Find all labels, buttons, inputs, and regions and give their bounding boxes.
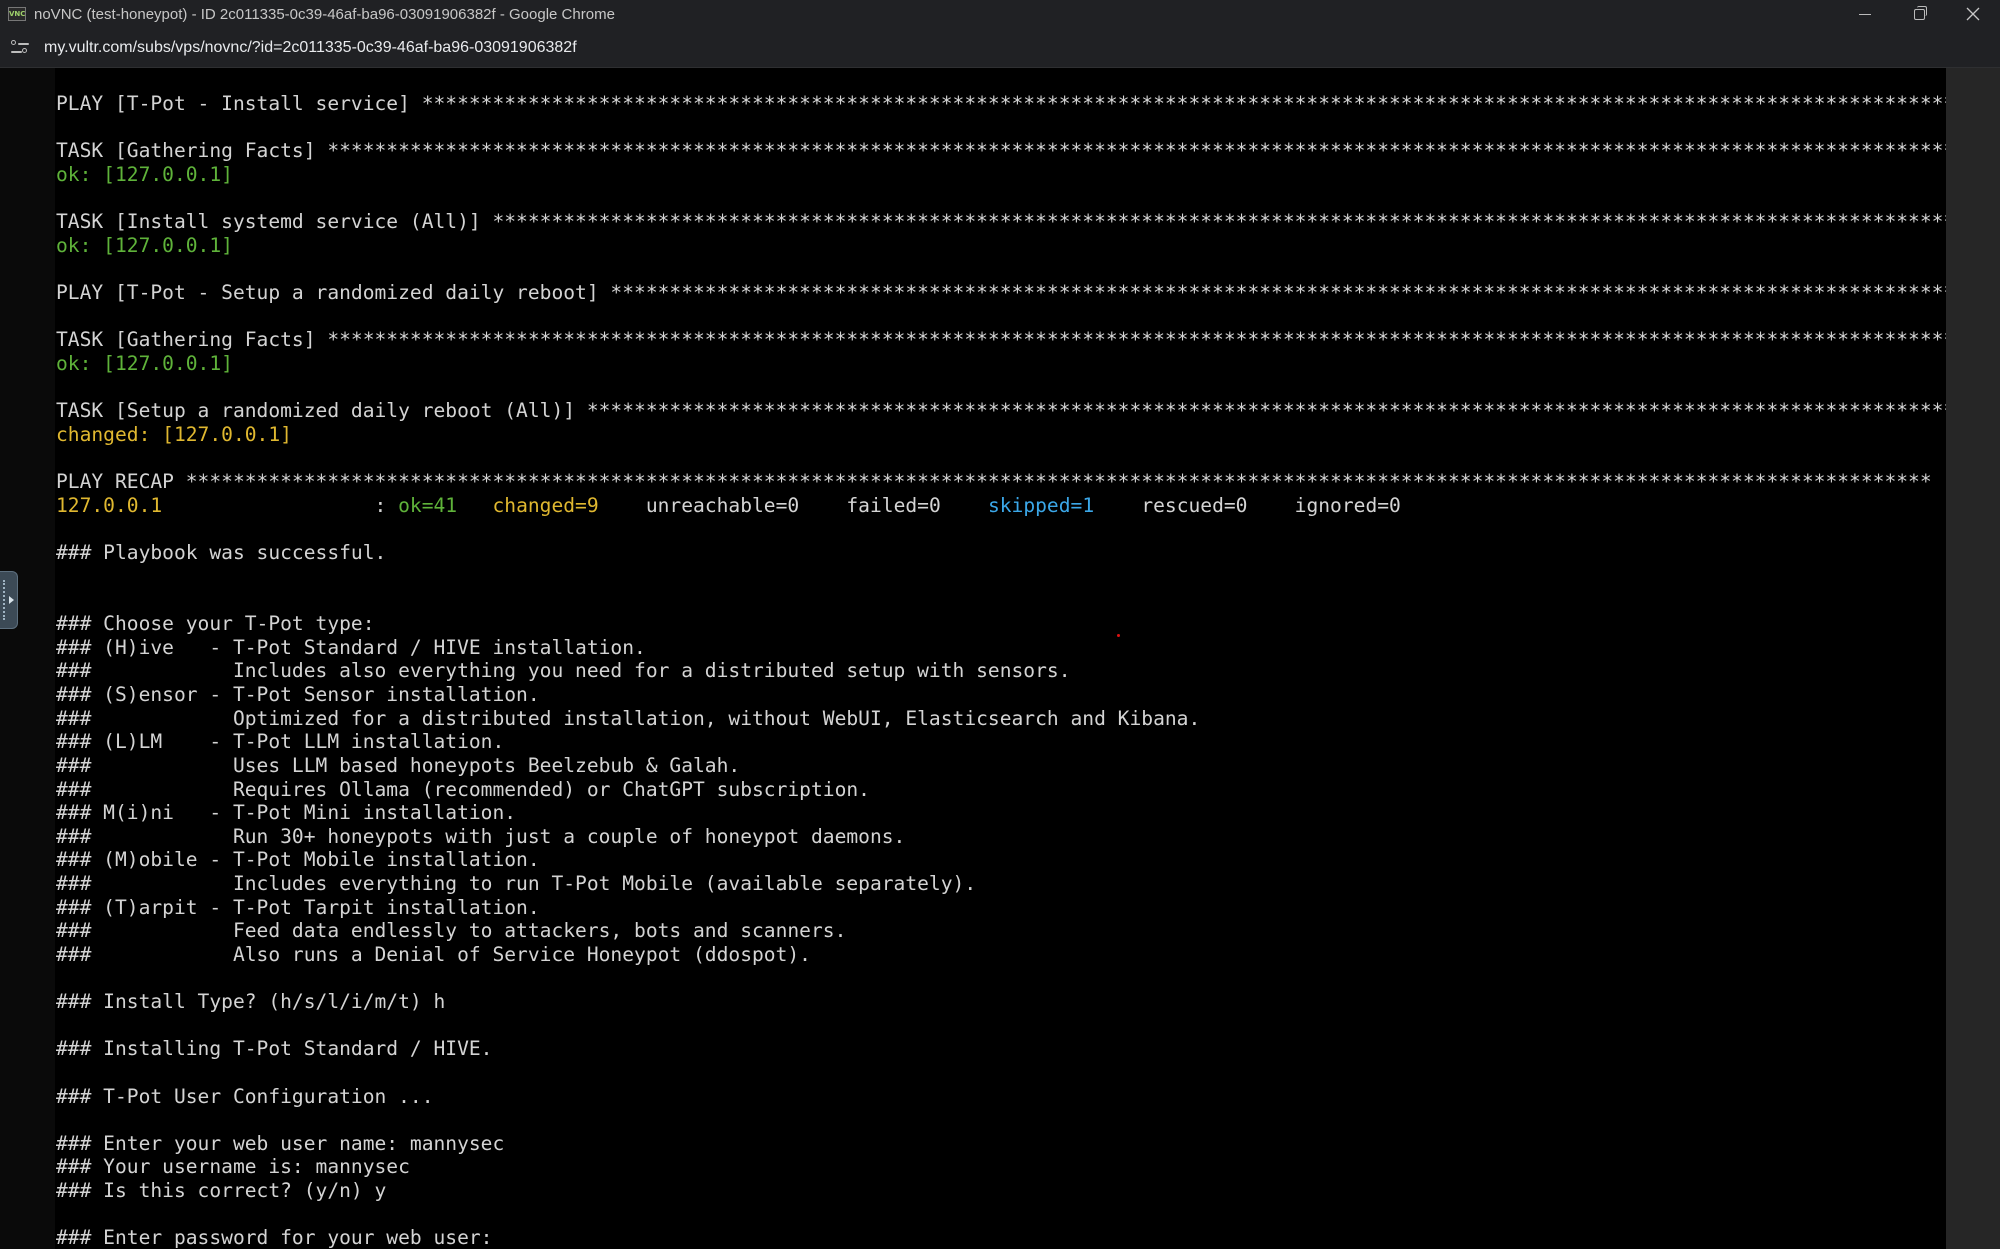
- terminal-line: PLAY [T-Pot - Install service] *********…: [56, 92, 1946, 115]
- restore-button[interactable]: [1892, 0, 1946, 28]
- restore-icon: [1913, 5, 1927, 20]
- terminal-line: ### Installing T-Pot Standard / HIVE.: [56, 1037, 493, 1060]
- terminal-line: ### Install Type? (h/s/l/i/m/t) h: [56, 990, 446, 1013]
- novnc-control-bar-handle[interactable]: [0, 571, 18, 629]
- terminal-line: ### Includes everything to run T-Pot Mob…: [56, 872, 977, 895]
- grip-icon: [3, 580, 6, 620]
- minimize-button[interactable]: [1838, 0, 1892, 28]
- recap-gap: [599, 494, 646, 517]
- minimize-icon: [1859, 13, 1871, 15]
- recap-sep: :: [162, 494, 399, 517]
- vnc-terminal-screen[interactable]: PLAY [T-Pot - Install service] *********…: [56, 68, 1946, 1249]
- recap-ok: ok=41: [398, 494, 458, 517]
- terminal-line: ### M(i)ni - T-Pot Mini installation.: [56, 801, 517, 824]
- terminal-line: TASK [Setup a randomized daily reboot (A…: [56, 399, 1946, 422]
- recap-ignored: ignored=0: [1294, 494, 1401, 517]
- recap-gap: [941, 494, 988, 517]
- terminal-line: ### (L)LM - T-Pot LLM installation.: [56, 730, 505, 753]
- terminal-line-ok: ok: [127.0.0.1]: [56, 163, 233, 186]
- terminal-line: TASK [Install systemd service (All)] ***…: [56, 210, 1946, 233]
- recap-unreachable: unreachable=0: [645, 494, 800, 517]
- recap-gap: [457, 494, 492, 517]
- recap-gap: [799, 494, 846, 517]
- terminal-line: ### Choose your T-Pot type:: [56, 612, 375, 635]
- terminal-line: ### Run 30+ honeypots with just a couple…: [56, 825, 906, 848]
- terminal-line-ok: ok: [127.0.0.1]: [56, 234, 233, 257]
- terminal-line: ### Playbook was successful.: [56, 541, 387, 564]
- terminal-line-changed: changed: [127.0.0.1]: [56, 423, 292, 446]
- terminal-line: ### (H)ive - T-Pot Standard / HIVE insta…: [56, 636, 646, 659]
- terminal-line-ok: ok: [127.0.0.1]: [56, 352, 233, 375]
- recap-changed: changed=9: [492, 494, 599, 517]
- terminal-line: ### (S)ensor - T-Pot Sensor installation…: [56, 683, 540, 706]
- address-bar: my.vultr.com/subs/vps/novnc/?id=2c011335…: [0, 28, 2000, 68]
- stray-pixel: [1117, 634, 1120, 637]
- recap-gap: [1094, 494, 1141, 517]
- recap-host: 127.0.0.1: [56, 494, 163, 517]
- window-titlebar: VNC noVNC (test-honeypot) - ID 2c011335-…: [0, 0, 2000, 28]
- recap-skipped: skipped=1: [987, 494, 1095, 517]
- close-icon: [1966, 7, 1980, 21]
- novnc-app-icon: VNC: [8, 7, 26, 21]
- terminal-line: TASK [Gathering Facts] *****************…: [56, 328, 1946, 351]
- expand-arrow-icon: [9, 596, 14, 604]
- terminal-line: ### Enter password for your web user:: [56, 1226, 493, 1249]
- terminal-line: ### T-Pot User Configuration ...: [56, 1085, 434, 1108]
- terminal-line: ### Includes also everything you need fo…: [56, 659, 1071, 682]
- recap-failed: failed=0: [846, 494, 941, 517]
- terminal-line: PLAY [T-Pot - Setup a randomized daily r…: [56, 281, 1946, 304]
- close-button[interactable]: [1946, 0, 2000, 28]
- terminal-line: ### (M)obile - T-Pot Mobile installation…: [56, 848, 540, 871]
- terminal-line: TASK [Gathering Facts] *****************…: [56, 139, 1946, 162]
- terminal-line: ### Enter your web user name: mannysec: [56, 1132, 505, 1155]
- terminal-line: ### Your username is: mannysec: [56, 1155, 410, 1178]
- terminal-line: PLAY RECAP *****************************…: [56, 470, 1932, 493]
- recap-rescued: rescued=0: [1141, 494, 1248, 517]
- url-text[interactable]: my.vultr.com/subs/vps/novnc/?id=2c011335…: [44, 39, 577, 57]
- viewport-right-margin: [1946, 68, 2000, 1249]
- novnc-viewport: PLAY [T-Pot - Install service] *********…: [0, 68, 2000, 1249]
- play-recap-line: 127.0.0.1 : ok=41 changed=9 unreachable=…: [56, 494, 1946, 518]
- recap-gap: [1247, 494, 1294, 517]
- terminal-line: ### Is this correct? (y/n) y: [56, 1179, 387, 1202]
- window-controls: [1838, 0, 2000, 28]
- terminal-line: ### Optimized for a distributed installa…: [56, 707, 1201, 730]
- terminal-line: ### Feed data endlessly to attackers, bo…: [56, 919, 847, 942]
- site-info-icon[interactable]: [11, 39, 29, 56]
- terminal-line: ### (T)arpit - T-Pot Tarpit installation…: [56, 896, 540, 919]
- terminal-line: ### Uses LLM based honeypots Beelzebub &…: [56, 754, 741, 777]
- window-title: noVNC (test-honeypot) - ID 2c011335-0c39…: [34, 5, 615, 23]
- terminal-line: ### Also runs a Denial of Service Honeyp…: [56, 943, 811, 966]
- viewport-left-margin: [0, 68, 55, 1249]
- terminal-line: ### Requires Ollama (recommended) or Cha…: [56, 778, 870, 801]
